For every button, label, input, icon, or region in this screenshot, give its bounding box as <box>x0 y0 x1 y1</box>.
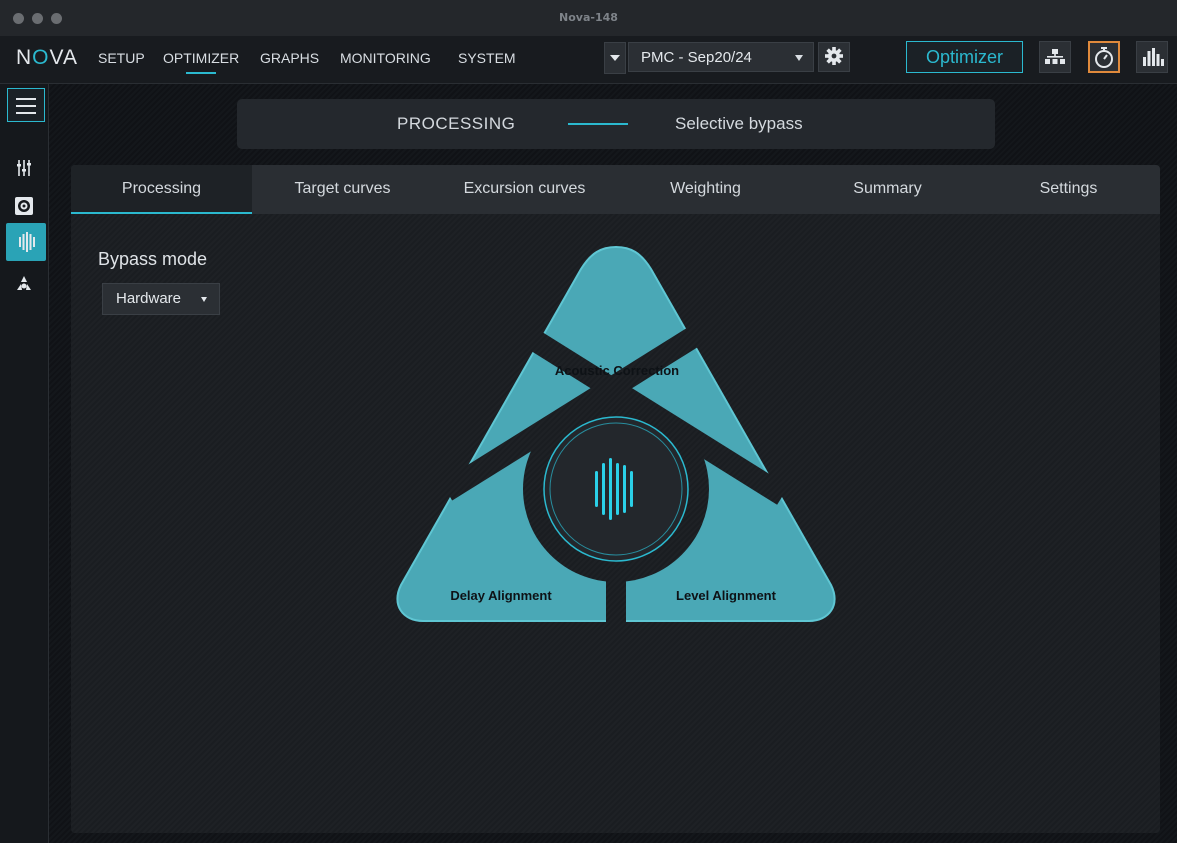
tri-segment-icon <box>17 276 31 290</box>
menu-icon-line-middle <box>16 105 36 107</box>
sidebar-item-triangle[interactable] <box>8 270 40 302</box>
speaker-icon <box>15 197 33 215</box>
menu-icon-line-bottom <box>16 112 36 114</box>
nova-logo: NOVA <box>16 46 78 70</box>
section-processing-label[interactable]: PROCESSING <box>397 114 515 134</box>
sidebar-item-mixer[interactable] <box>8 152 40 184</box>
menu-icon-line-top <box>16 98 36 100</box>
top-menubar: NOVA SETUP OPTIMIZER GRAPHS MONITORING S… <box>0 36 1177 84</box>
nav-graphs[interactable]: GRAPHS <box>260 50 319 66</box>
preset-select[interactable]: PMC - Sep20/24 <box>628 42 814 72</box>
preset-value: PMC - Sep20/24 <box>641 49 752 66</box>
topology-button[interactable] <box>1039 41 1071 73</box>
menu-toggle-button[interactable] <box>7 88 45 122</box>
window-titlebar: Nova-148 <box>0 0 1177 36</box>
left-sidebar <box>0 84 49 843</box>
nav-setup[interactable]: SETUP <box>98 50 145 66</box>
nav-optimizer[interactable]: OPTIMIZER <box>163 50 239 74</box>
preset-settings-button[interactable] <box>818 42 850 72</box>
bypass-diagram: Acoustic Correction Delay Alignment Leve… <box>396 245 836 622</box>
waveform-icon <box>19 232 35 252</box>
gear-icon <box>825 47 843 65</box>
stopwatch-icon <box>1095 47 1113 68</box>
optimizer-button[interactable]: Optimizer <box>906 41 1023 73</box>
acoustic-correction-label: Acoustic Correction <box>555 363 679 378</box>
sliders-icon <box>17 160 31 176</box>
section-connector-line <box>568 123 628 125</box>
nav-system[interactable]: SYSTEM <box>458 50 516 66</box>
segment-acoustic-correction[interactable] <box>491 260 741 413</box>
chevron-down-icon <box>795 55 803 61</box>
section-header-bar: PROCESSING Selective bypass <box>237 99 995 149</box>
processing-panel: Processing Target curves Excursion curve… <box>71 165 1160 833</box>
logo-text-o: O <box>32 46 50 69</box>
hierarchy-icon <box>1045 49 1065 64</box>
bar-chart-icon <box>1143 48 1164 66</box>
logo-text-n: N <box>16 46 33 69</box>
delay-alignment-label: Delay Alignment <box>450 588 552 603</box>
sidebar-item-speaker[interactable] <box>8 190 40 222</box>
levels-button[interactable] <box>1136 41 1168 73</box>
logo-text-va: VA <box>49 46 78 69</box>
preset-menu-button[interactable] <box>604 42 626 74</box>
section-selective-bypass-label[interactable]: Selective bypass <box>675 114 803 134</box>
level-alignment-label: Level Alignment <box>676 588 777 603</box>
timer-button[interactable] <box>1088 41 1120 73</box>
nav-monitoring[interactable]: MONITORING <box>340 50 431 66</box>
window-title: Nova-148 <box>559 11 618 24</box>
sidebar-item-processing[interactable] <box>6 223 46 261</box>
